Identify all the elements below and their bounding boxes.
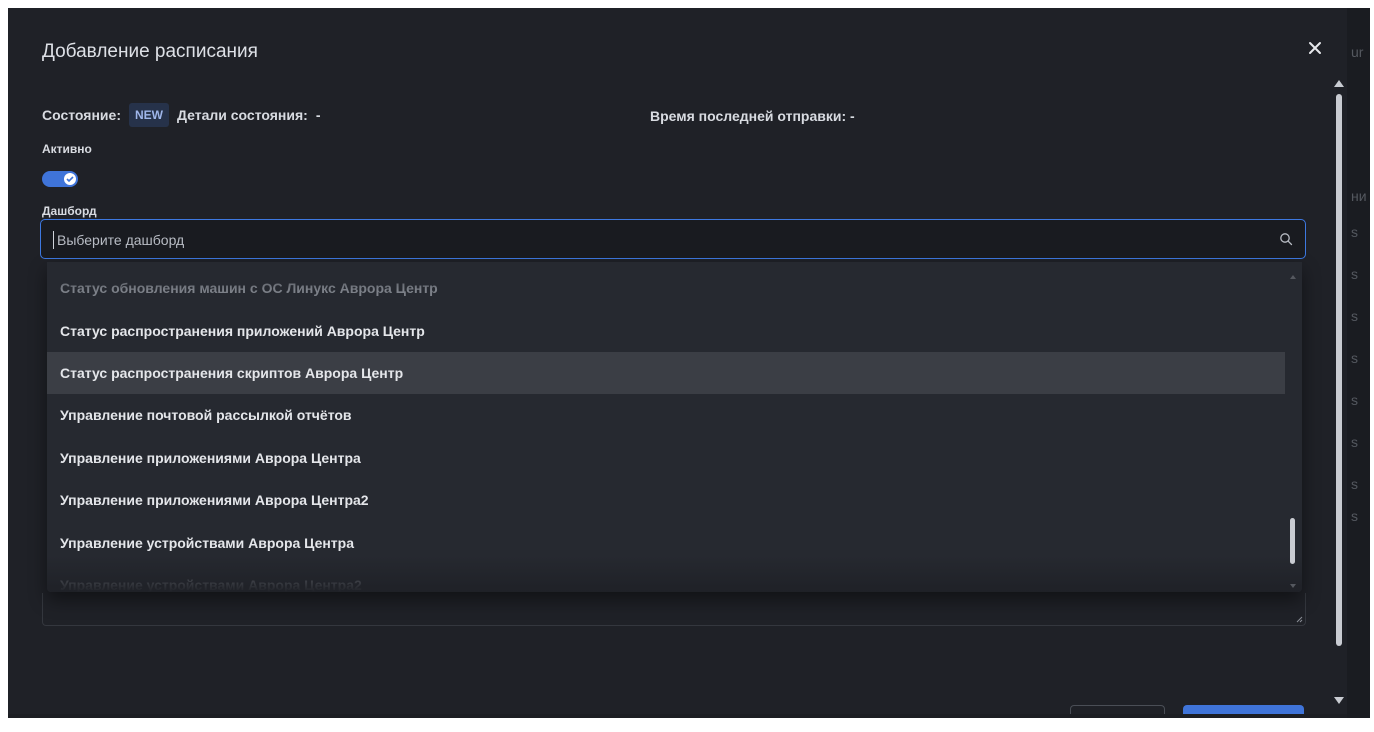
dashboard-dropdown: Статус обновления машин с ОС Линукс Авро… [47,262,1302,592]
active-label: Активно [42,142,92,156]
dashboard-label: Дашборд [42,204,97,218]
dashboard-search-input[interactable] [55,220,1259,260]
add-schedule-modal: Добавление расписания Состояние: NEW Дет… [8,8,1347,714]
background-text-fragment: s [1351,392,1358,408]
scroll-up-icon[interactable] [1334,78,1344,88]
dropdown-option[interactable]: Управление устройствами Аврора Центра [47,522,1285,564]
background-text-fragment: s [1351,434,1358,450]
close-icon-glyph [1309,42,1321,54]
background-text-fragment: s [1351,266,1358,282]
dropdown-option[interactable]: Управление устройствами Аврора Центра2 [47,564,1285,592]
status-badge: NEW [128,103,169,127]
search-icon[interactable] [1279,232,1293,246]
status-label: Состояние: [42,107,121,123]
close-icon[interactable] [1304,37,1326,59]
scroll-down-icon[interactable] [1334,696,1344,706]
dropdown-option[interactable]: Управление почтовой рассылкой отчётов [47,394,1285,436]
dropdown-option[interactable]: Управление приложениями Аврора Центра [47,437,1285,479]
background-text-fragment: s [1351,508,1358,524]
status-details-label: Детали состояния: [176,107,308,123]
dashboard-select[interactable] [40,219,1306,260]
status-row: Состояние: NEW Детали состояния: - [42,102,320,128]
scroll-down-icon[interactable] [1290,584,1296,589]
dropdown-option-hovered[interactable]: Статус распространения скриптов Аврора Ц… [47,352,1285,394]
check-icon [64,173,76,185]
modal-title: Добавление расписания [42,41,258,62]
scroll-up-icon[interactable] [1290,274,1296,279]
background-text-fragment: ни [1351,188,1367,204]
check-icon-glyph [66,176,74,183]
background-text-fragment: s [1351,308,1358,324]
status-details-value: - [315,107,321,123]
text-cursor [53,231,54,249]
background-text-fragment: s [1351,224,1358,240]
active-toggle[interactable] [42,171,78,187]
last-sent-value: - [850,108,855,124]
modal-scrollbar[interactable] [1333,74,1345,714]
dropdown-option[interactable]: Статус обновления машин с ОС Линукс Авро… [47,267,1285,309]
dropdown-scrollbar-thumb[interactable] [1290,518,1295,564]
background-text-fragment: ur [1351,44,1364,60]
background-text-fragment: s [1351,476,1358,492]
background-text-fragment: s [1351,350,1358,366]
dropdown-option[interactable]: Управление приложениями Аврора Центра2 [47,479,1285,521]
modal-scrollbar-thumb[interactable] [1336,94,1342,646]
cancel-button[interactable] [1070,705,1165,714]
background-page-edge: ur ни s s s s s s s s [1347,8,1370,718]
dropdown-option[interactable]: Статус распространения приложений Аврора… [47,310,1285,352]
last-sent-label: Время последней отправки: [650,108,847,124]
comment-textarea[interactable] [42,593,1306,626]
resize-handle-icon[interactable] [1296,616,1303,623]
last-sent: Время последней отправки: - [650,108,855,124]
save-button[interactable] [1183,705,1304,714]
